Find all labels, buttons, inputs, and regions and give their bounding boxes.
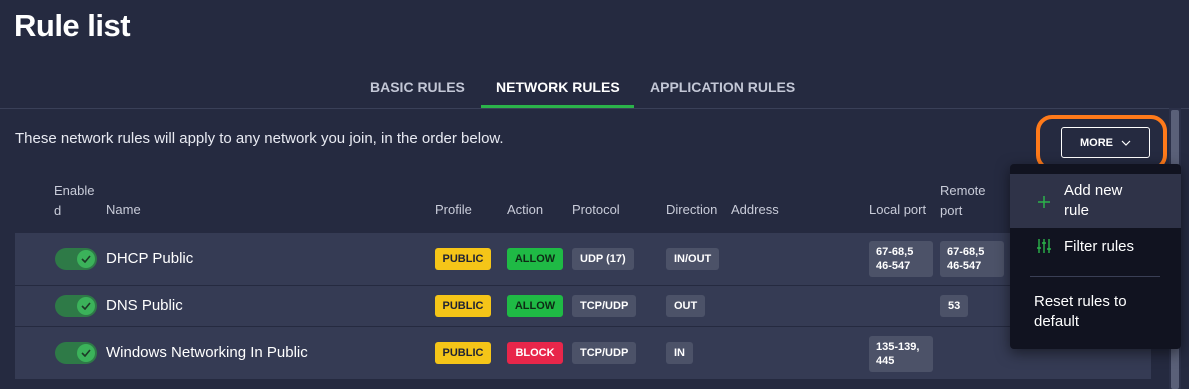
check-icon: [81, 255, 91, 263]
direction-badge: IN: [666, 342, 693, 364]
intro-text: These network rules will apply to any ne…: [15, 130, 504, 147]
col-remote-port-header: Remote port: [940, 183, 986, 218]
remote-port-badge: 53: [940, 295, 969, 317]
profile-badge: PUBLIC: [435, 248, 491, 270]
more-button[interactable]: MORE: [1061, 127, 1150, 158]
direction-badge: OUT: [666, 295, 706, 317]
enable-toggle[interactable]: [55, 295, 97, 317]
col-name-header: Name: [106, 202, 141, 217]
page-title: Rule list: [14, 8, 131, 43]
tab-application-rules[interactable]: APPLICATION RULES: [650, 79, 795, 95]
enable-toggle[interactable]: [55, 342, 97, 364]
col-action-header: Action: [507, 202, 544, 217]
rule-name: Windows Networking In Public: [106, 344, 308, 361]
action-badge: ALLOW: [507, 248, 563, 270]
chevron-down-icon: [1121, 140, 1131, 146]
enable-toggle[interactable]: [55, 248, 97, 270]
col-local-port-header: Local port: [869, 202, 927, 217]
col-address-header: Address: [731, 202, 779, 217]
tab-bar: BASIC RULES NETWORK RULES APPLICATION RU…: [0, 72, 1189, 109]
direction-badge: IN/OUT: [666, 248, 720, 270]
remote-port-badge: 67-68,5 46-547: [940, 241, 1004, 277]
action-badge: BLOCK: [507, 342, 563, 364]
tab-network-rules[interactable]: NETWORK RULES: [496, 79, 620, 95]
local-port-badge: 135-139, 445: [869, 336, 933, 372]
sliders-icon: [1037, 239, 1051, 253]
action-badge: ALLOW: [507, 295, 563, 317]
rule-name: DHCP Public: [106, 250, 194, 267]
reset-rules-item[interactable]: Reset rules to default: [1010, 288, 1181, 336]
tab-basic-rules[interactable]: BASIC RULES: [370, 79, 465, 95]
protocol-badge: TCP/UDP: [572, 342, 637, 364]
col-direction-header: Direction: [666, 202, 718, 217]
check-icon: [81, 302, 91, 310]
profile-badge: PUBLIC: [435, 295, 491, 317]
protocol-badge: TCP/UDP: [572, 295, 637, 317]
active-tab-indicator: [481, 105, 634, 108]
filter-rules-item[interactable]: Filter rules: [1010, 232, 1181, 264]
col-enabled-header: Enable d: [54, 183, 95, 218]
more-button-label: MORE: [1080, 136, 1113, 149]
profile-badge: PUBLIC: [435, 342, 491, 364]
plus-icon: [1038, 196, 1050, 208]
local-port-badge: 67-68,5 46-547: [869, 241, 933, 277]
col-protocol-header: Protocol: [572, 202, 620, 217]
more-menu: Add new rule Filter rules Reset rules to…: [1010, 164, 1181, 349]
menu-divider: [1030, 276, 1160, 277]
protocol-badge: UDP (17): [572, 248, 634, 270]
check-icon: [81, 349, 91, 357]
table-row[interactable]: DHCP Public PUBLIC ALLOW UDP (17) IN/OUT…: [15, 233, 1151, 286]
table-row[interactable]: DNS Public PUBLIC ALLOW TCP/UDP OUT 53: [15, 286, 1151, 327]
add-new-rule-item[interactable]: Add new rule: [1010, 174, 1181, 228]
rule-name: DNS Public: [106, 297, 183, 314]
col-profile-header: Profile: [435, 202, 472, 217]
table-row[interactable]: Windows Networking In Public PUBLIC BLOC…: [15, 327, 1151, 379]
